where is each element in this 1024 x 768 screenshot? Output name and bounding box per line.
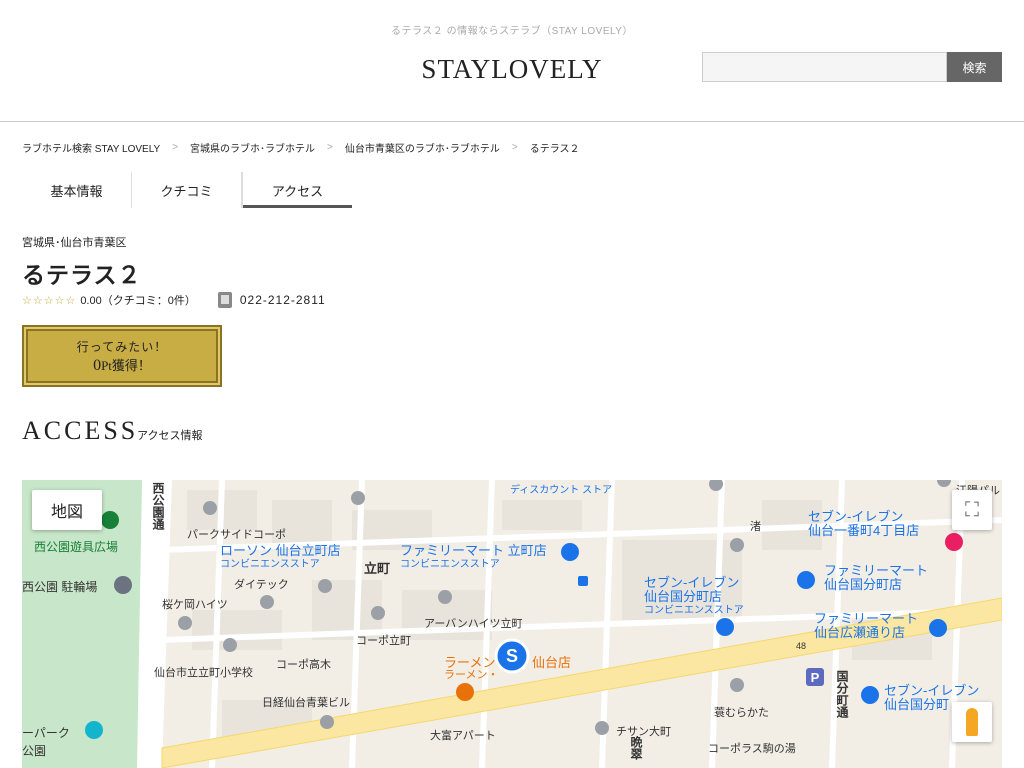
tab-basic-info[interactable]: 基本情報 [22, 172, 132, 208]
map-label-lawson: ローソン 仙台立町店 コンビニエンスストア [220, 543, 341, 571]
breadcrumb-city[interactable]: 仙台市青葉区のラブホ･ラブホテル [345, 140, 500, 155]
search-input[interactable] [702, 52, 947, 82]
map-label-daitomi: 大富アパート [430, 730, 496, 742]
park-pin-icon [85, 721, 103, 739]
map-label-urban-heights: アーバンハイツ立町 [424, 618, 523, 630]
parking-sign-letter: P [811, 670, 820, 685]
map-label-dietic: ダイテック [234, 579, 289, 591]
map-label-seven-ichibancho: セブン-イレブン 仙台一番町4丁目店 [808, 509, 920, 538]
map-label-route48: 48 [796, 641, 807, 651]
phone-number[interactable]: 022-212-2811 [240, 293, 326, 307]
map-label-park: ーパーク [22, 726, 70, 740]
playground-pin-icon [101, 511, 119, 529]
hotel-pin-icon [945, 533, 963, 551]
map-label-familymart-tachimachi: ファミリーマート 立町店 コンビニエンスストア [400, 543, 547, 571]
hotel-tabs: 基本情報 クチコミ アクセス [22, 172, 352, 208]
access-heading: ACCESS [22, 416, 139, 445]
map-label-corpo-tachimachi: コーポ立町 [356, 635, 411, 647]
want-to-go-label: 行ってみたい！ [76, 339, 168, 354]
breadcrumb-prefecture[interactable]: 宮城県のラブホ･ラブホテル [190, 140, 315, 155]
breadcrumb-current: るテラス２ [529, 144, 580, 155]
points-unit: Pt [101, 357, 112, 373]
bus-stop-icon [578, 576, 588, 586]
map-label-tachimachi: 立町 [364, 561, 391, 576]
map-label-nagisa: 渚 [750, 521, 761, 533]
map-label-corpo-takagi: コーポ高木 [276, 659, 331, 671]
star-rating-icon: ☆☆☆☆☆ [22, 294, 77, 307]
map-label-nishikoen-dori: 西公園通 [151, 482, 165, 530]
store-pin-icon [861, 686, 879, 704]
svg-text:S: S [506, 646, 518, 666]
map-label-corporas: コーポラス駒の湯 [708, 743, 796, 755]
points-value: 0 [93, 356, 102, 374]
rating-line: ☆☆☆☆☆ 0.00（クチコミ：0件） 022-212-2811 [22, 292, 326, 308]
map-type-button[interactable]: 地図 [32, 490, 102, 530]
map-label-sendai-store: 仙台店 [532, 655, 572, 670]
map-label-playground: 西公園遊具広場 [34, 540, 119, 554]
map-label-fm-hirose: ファミリーマート 仙台広瀬通り店 [814, 611, 919, 640]
google-map[interactable]: S P 西公園遊具広場 西公園 駐輪場 パークサイドコーポ ローソン 仙台立町店… [22, 480, 1002, 768]
map-label-kobaiya: 蓑むらかた [714, 707, 769, 719]
map-label-school: 仙台市立立町小学校 [154, 667, 253, 679]
map-label-kokubuncho-dori: 国分町通 [835, 670, 849, 718]
restaurant-pin-icon [456, 683, 474, 701]
site-header: るテラス２ の情報ならステラブ（STAY LOVELY） STAYLOVELY … [0, 0, 1024, 122]
fullscreen-icon[interactable]: ⛶ [952, 490, 992, 530]
map-label-discount: ディスカウント ストア [510, 485, 613, 496]
store-pin-icon [716, 618, 734, 636]
hotel-name: るテラス２ [22, 262, 142, 288]
tab-reviews[interactable]: クチコミ [132, 172, 242, 208]
store-pin-icon [929, 619, 947, 637]
phone-icon [217, 292, 232, 308]
store-pin-icon [561, 543, 579, 561]
earn-text: 獲得！ [111, 357, 151, 373]
street-view-pegman-icon[interactable] [952, 702, 992, 742]
map-label-ramen-sub: ラーメン・ [444, 669, 499, 681]
map-label-seven-kokubuncho: セブン-イレブン 仙台国分町店 コンビニエンスストア [644, 575, 744, 617]
tab-access[interactable]: アクセス [242, 172, 352, 208]
map-label-nikkei: 日経仙台青葉ビル [262, 697, 350, 709]
map-label-park-side: パークサイドコーポ [187, 529, 286, 541]
access-subheading: アクセス情報 [137, 430, 203, 442]
breadcrumb-separator: > [327, 142, 333, 153]
breadcrumb-separator: > [511, 142, 518, 153]
rating-text: 0.00（クチコミ：0件） [80, 295, 196, 307]
store-pin-icon [797, 571, 815, 589]
parking-pin-icon [114, 576, 132, 594]
site-tagline: るテラス２ の情報ならステラブ（STAY LOVELY） [391, 26, 633, 37]
map-label-bansui: 晩翠 [629, 736, 643, 760]
want-to-go-button[interactable]: 行ってみたい！ 0Pt獲得！ [22, 325, 222, 387]
map-label-fm-kokubuncho: ファミリーマート 仙台国分町店 [824, 563, 929, 592]
breadcrumb: ラブホテル検索 STAY LOVELY > 宮城県のラブホ･ラブホテル > 仙台… [22, 140, 580, 155]
breadcrumb-separator: > [172, 142, 179, 153]
breadcrumb-home[interactable]: ラブホテル検索 STAY LOVELY [22, 140, 160, 155]
points-earn-label: 0Pt獲得！ [93, 355, 151, 375]
hotel-region: 宮城県･仙台市青葉区 [22, 237, 127, 249]
search-button[interactable]: 検索 [947, 52, 1002, 82]
map-label-koen: 公園 [22, 744, 47, 758]
map-label-sakuragaoka: 桜ケ岡ハイツ [162, 599, 228, 611]
map-label-parking: 西公園 駐輪場 [22, 580, 98, 594]
